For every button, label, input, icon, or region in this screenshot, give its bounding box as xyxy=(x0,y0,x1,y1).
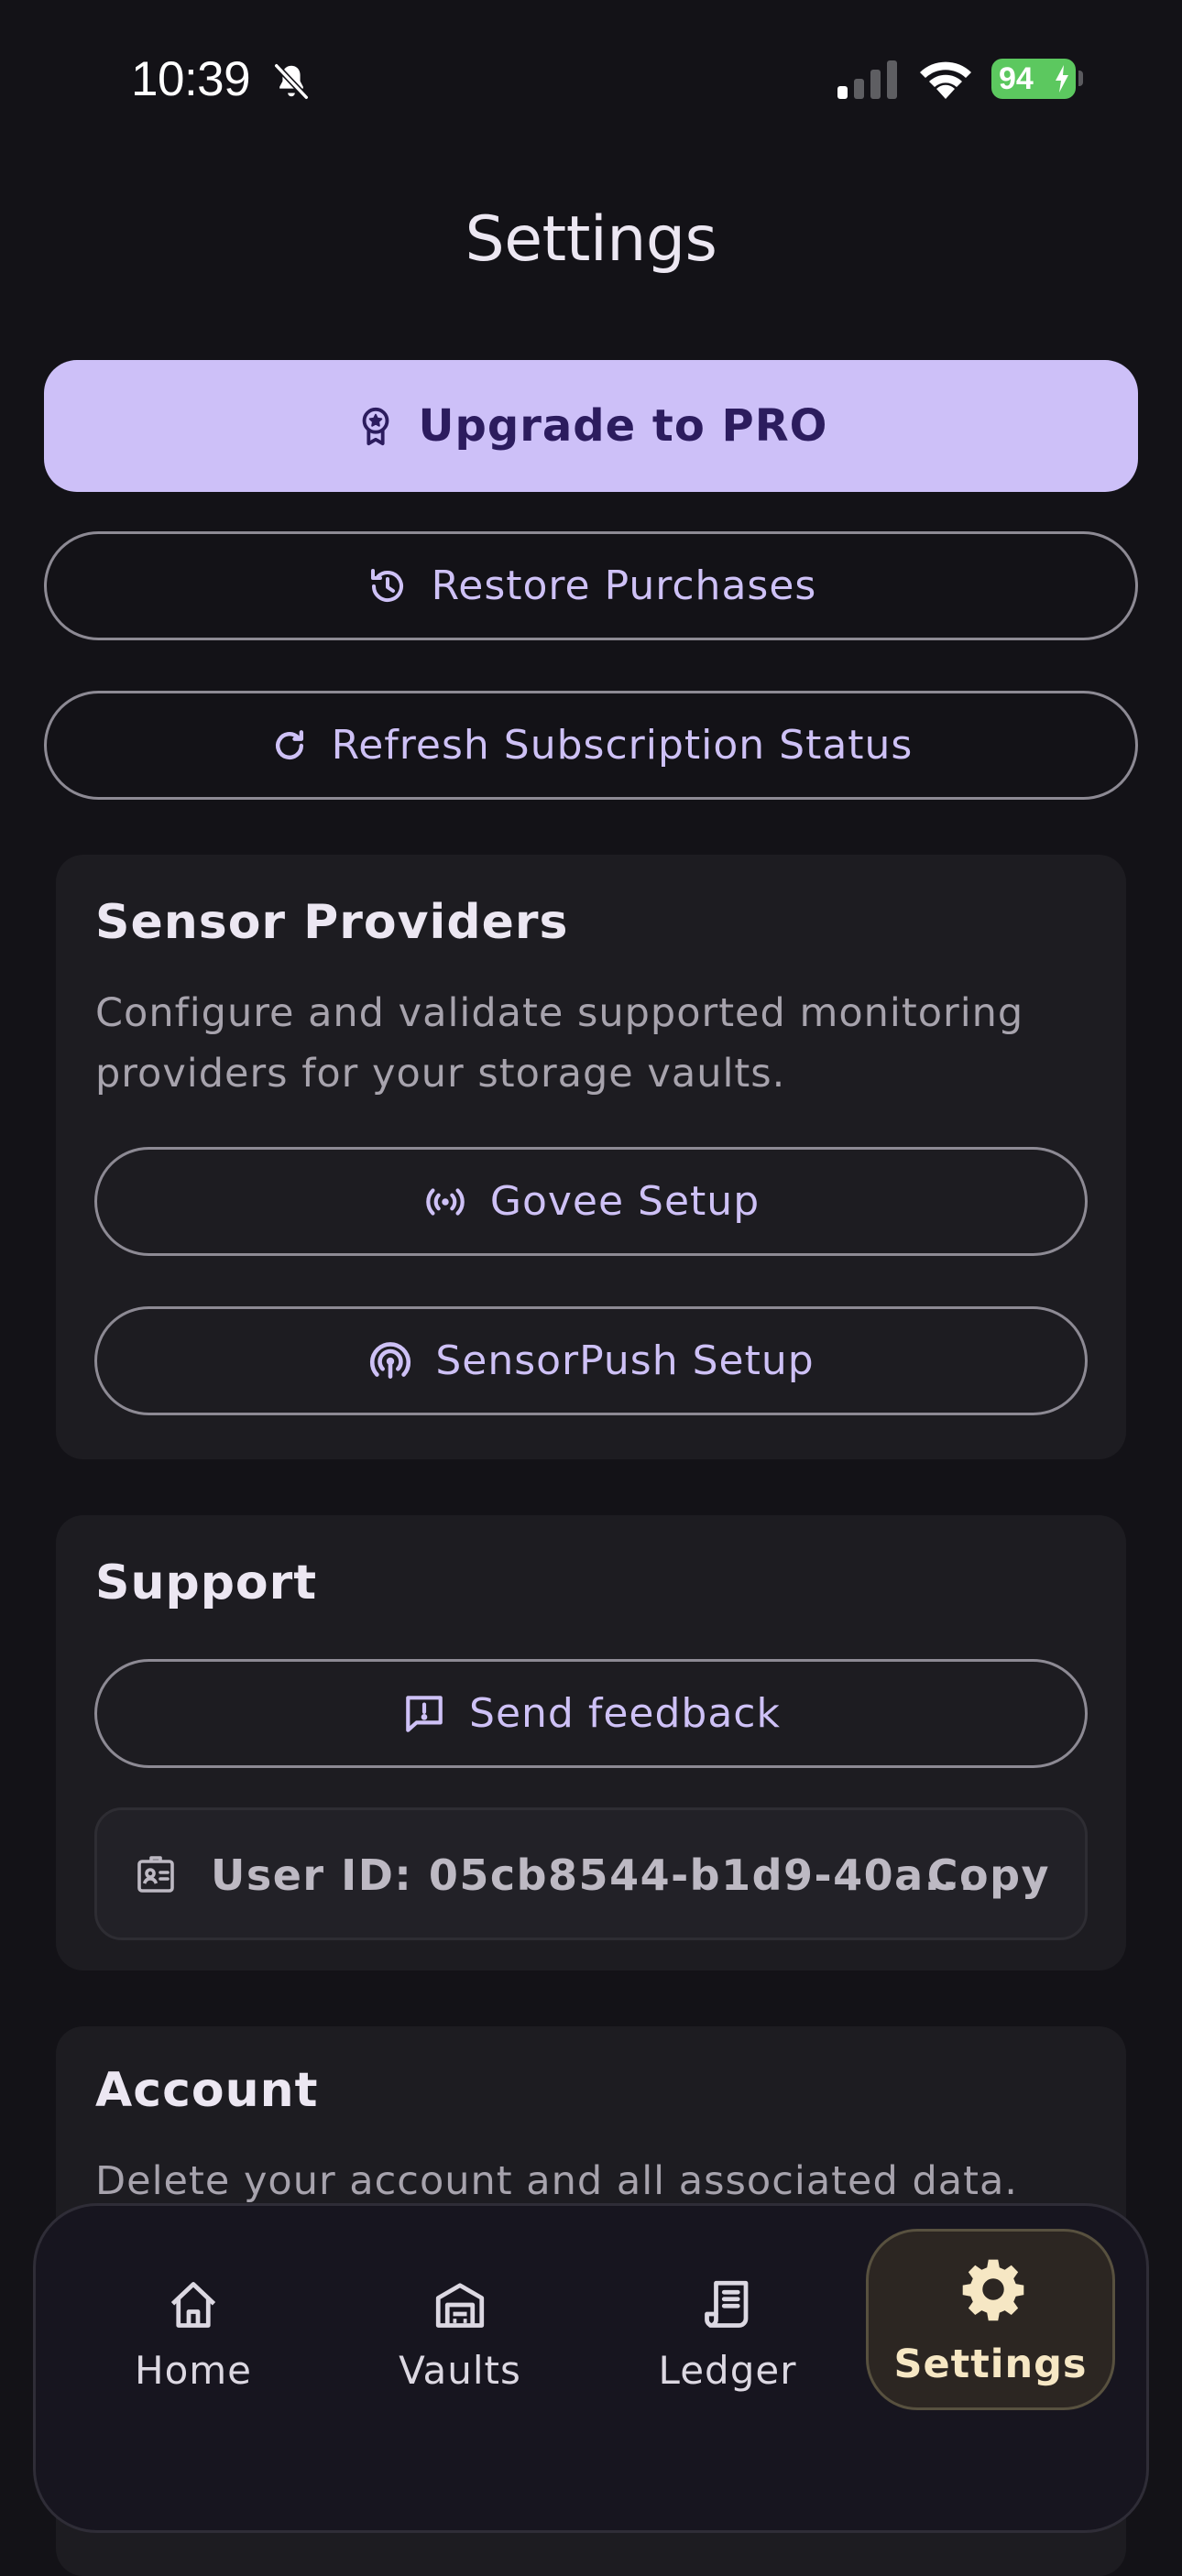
id-badge-icon xyxy=(137,1856,174,1893)
tab-ledger-label: Ledger xyxy=(658,2348,797,2393)
upgrade-pro-button[interactable]: Upgrade to PRO xyxy=(44,360,1138,492)
support-title: Support xyxy=(95,1555,318,1610)
send-feedback-button[interactable]: Send feedback xyxy=(94,1659,1088,1768)
user-id-text: User ID: 05cb8544-b1d9-40a... xyxy=(211,1850,977,1900)
sensorpush-setup-button[interactable]: SensorPush Setup xyxy=(94,1306,1088,1415)
signal-radar-icon xyxy=(370,1341,411,1379)
history-icon xyxy=(370,568,403,602)
charging-bolt-icon xyxy=(1056,65,1068,93)
battery-level: 94 xyxy=(999,61,1034,96)
sensor-providers-description: Configure and validate supported monitor… xyxy=(95,990,1024,1097)
govee-setup-button[interactable]: Govee Setup xyxy=(94,1147,1088,1256)
bell-off-icon xyxy=(274,63,309,100)
tab-settings[interactable]: Settings xyxy=(866,2229,1115,2410)
wifi-icon xyxy=(920,61,971,99)
tab-home[interactable]: Home xyxy=(70,2233,317,2417)
tab-vaults-label: Vaults xyxy=(399,2348,521,2393)
refresh-icon xyxy=(275,729,303,759)
support-card: Support Send feedback User ID: 05cb8544-… xyxy=(56,1515,1126,1970)
send-feedback-label: Send feedback xyxy=(469,1690,781,1737)
home-icon xyxy=(170,2282,216,2328)
refresh-subscription-label: Refresh Subscription Status xyxy=(331,722,914,769)
gear-icon xyxy=(962,2259,1024,2321)
broadcast-icon xyxy=(426,1187,465,1216)
sensor-providers-title: Sensor Providers xyxy=(95,895,569,950)
battery-cap xyxy=(1078,71,1083,86)
tab-vaults[interactable]: Vaults xyxy=(336,2233,584,2417)
tab-settings-label: Settings xyxy=(893,2341,1088,2387)
status-time: 10:39 xyxy=(131,52,251,106)
account-title: Account xyxy=(95,2063,319,2118)
tab-home-label: Home xyxy=(134,2348,253,2393)
receipt-icon xyxy=(705,2280,749,2328)
bottom-tab-bar: Home Vaults Ledger Settings xyxy=(33,2203,1149,2533)
cellular-signal-icon xyxy=(837,60,897,99)
restore-purchases-button[interactable]: Restore Purchases xyxy=(44,531,1138,640)
govee-setup-label: Govee Setup xyxy=(489,1178,761,1225)
page-title: Settings xyxy=(465,203,717,276)
restore-purchases-label: Restore Purchases xyxy=(431,562,817,609)
feedback-icon xyxy=(406,1695,443,1732)
user-id-field: User ID: 05cb8544-b1d9-40a... Copy xyxy=(94,1807,1088,1940)
copy-user-id-button[interactable]: Copy xyxy=(927,1850,1050,1900)
award-badge-icon xyxy=(362,407,389,446)
tab-ledger[interactable]: Ledger xyxy=(604,2233,851,2417)
battery-indicator: 94 xyxy=(991,59,1076,99)
vault-icon xyxy=(435,2283,485,2328)
sensor-providers-card: Sensor Providers Configure and validate … xyxy=(56,855,1126,1459)
sensorpush-setup-label: SensorPush Setup xyxy=(435,1337,815,1384)
upgrade-pro-label: Upgrade to PRO xyxy=(418,400,828,452)
refresh-subscription-button[interactable]: Refresh Subscription Status xyxy=(44,691,1138,800)
status-bar: 10:39 94 xyxy=(0,0,1182,160)
